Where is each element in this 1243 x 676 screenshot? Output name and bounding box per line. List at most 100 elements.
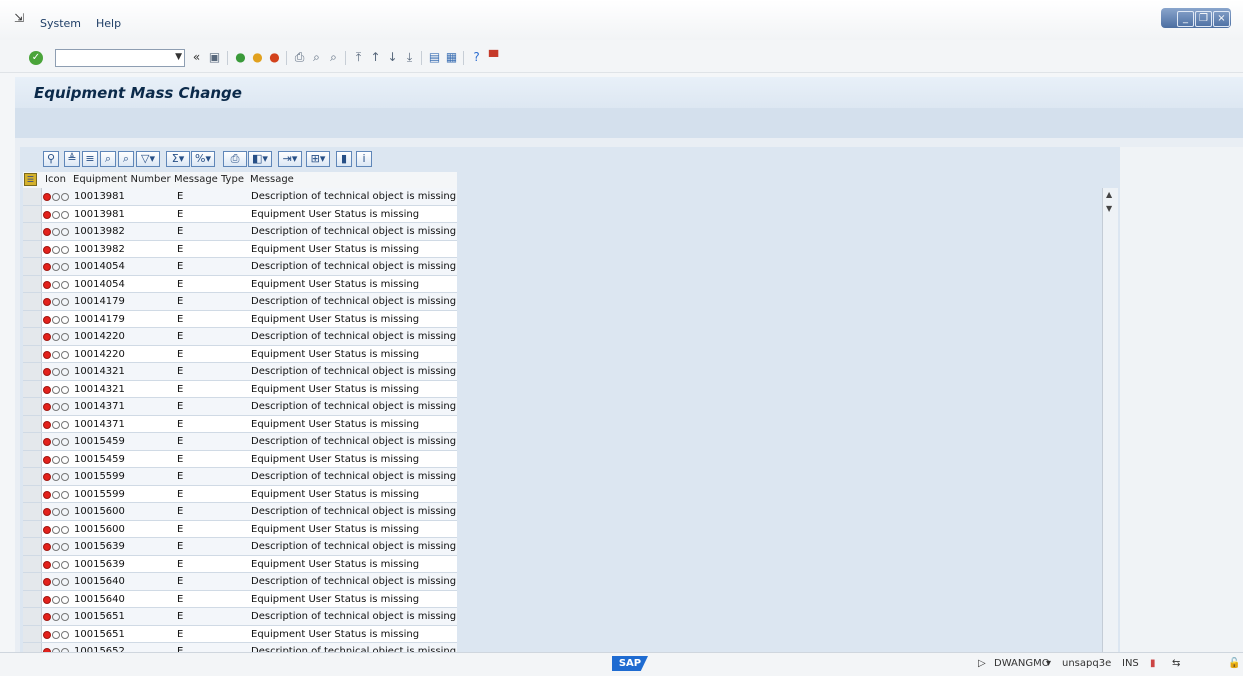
table-row[interactable]: 10015599 E Description of technical object… — [23, 468, 457, 486]
chevron-down-icon[interactable]: ▼ — [175, 52, 182, 62]
find-icon[interactable]: ⌕ — [100, 151, 116, 167]
table-row[interactable]: 10015600 E Description of technical object… — [23, 503, 457, 521]
table-row[interactable]: 10015651 E Description of technical object… — [23, 608, 457, 626]
row-selector[interactable] — [23, 433, 42, 450]
row-selector[interactable] — [23, 240, 42, 257]
table-row[interactable]: 10014371 E Equipment User Status is missin… — [23, 415, 457, 433]
column-header-equipment-number[interactable]: Equipment Number — [73, 172, 171, 188]
exit-icon[interactable]: ● — [250, 50, 265, 65]
table-row[interactable]: 10013981 E Equipment User Status is missin… — [23, 205, 457, 223]
table-row[interactable]: 10015639 E Equipment User Status is missin… — [23, 555, 457, 573]
filter-icon[interactable]: ▽▾ — [136, 151, 160, 167]
menu-help[interactable]: Help — [96, 17, 121, 30]
row-selector[interactable] — [23, 625, 42, 642]
menu-exit-icon[interactable]: ⇲ — [14, 12, 26, 24]
table-row[interactable]: 10015599 E Equipment User Status is missin… — [23, 485, 457, 503]
table-row[interactable]: 10014179 E Description of technical object… — [23, 293, 457, 311]
row-selector[interactable] — [23, 345, 42, 362]
table-row[interactable]: 10013982 E Equipment User Status is missin… — [23, 240, 457, 258]
row-selector[interactable] — [23, 538, 42, 555]
table-row[interactable]: 10014220 E Description of technical object… — [23, 328, 457, 346]
menu-system[interactable]: System — [40, 17, 81, 30]
table-row[interactable]: 10014220 E Equipment User Status is missin… — [23, 345, 457, 363]
details-icon[interactable]: ⚲ — [43, 151, 59, 167]
table-row[interactable]: 10014179 E Equipment User Status is missin… — [23, 310, 457, 328]
information-icon[interactable]: i — [356, 151, 372, 167]
layout-icon[interactable]: ⊞▾ — [306, 151, 330, 167]
table-row[interactable]: 10014054 E Equipment User Status is missin… — [23, 275, 457, 293]
row-selector[interactable] — [23, 328, 42, 345]
user-name[interactable]: DWANGMO — [994, 658, 1050, 669]
column-header-icon[interactable]: Icon — [45, 172, 66, 188]
row-selector[interactable] — [23, 573, 42, 590]
table-row[interactable]: 10015640 E Description of technical object… — [23, 573, 457, 591]
subtotal-icon[interactable]: %▾ — [191, 151, 215, 167]
chevron-down-icon[interactable]: ▾ — [1046, 658, 1051, 669]
print-icon[interactable]: ⎙ — [223, 151, 247, 167]
new-session-icon[interactable]: ▤ — [427, 50, 442, 65]
insert-mode[interactable]: INS — [1122, 658, 1139, 669]
minimize-icon[interactable]: _ — [1177, 11, 1194, 27]
close-icon[interactable]: × — [1213, 11, 1230, 27]
column-header-message[interactable]: Message — [250, 172, 294, 188]
row-selector[interactable] — [23, 415, 42, 432]
table-row[interactable]: 10014321 E Equipment User Status is missin… — [23, 380, 457, 398]
last-page-icon[interactable]: ⤓ — [402, 50, 417, 65]
row-selector[interactable] — [23, 310, 42, 327]
table-row[interactable]: 10014321 E Description of technical object… — [23, 363, 457, 381]
scroll-down-icon[interactable]: ▼ — [1106, 204, 1112, 213]
status-toggle-icon[interactable]: ▷ — [978, 658, 986, 669]
row-selector[interactable] — [23, 398, 42, 415]
table-row[interactable]: 10014054 E Description of technical object… — [23, 258, 457, 276]
row-selector[interactable] — [23, 205, 42, 222]
table-row[interactable]: 10015652 E Description of technical object… — [23, 643, 457, 652]
next-page-icon[interactable]: ↓ — [385, 50, 400, 65]
table-row[interactable]: 10014371 E Description of technical object… — [23, 398, 457, 416]
row-selector[interactable] — [23, 275, 42, 292]
cancel-icon[interactable]: ● — [267, 50, 282, 65]
scroll-up-icon[interactable]: ▲ — [1106, 190, 1112, 199]
row-selector[interactable] — [23, 520, 42, 537]
row-selector[interactable] — [23, 590, 42, 607]
row-selector[interactable] — [23, 485, 42, 502]
table-row[interactable]: 10015651 E Equipment User Status is missin… — [23, 625, 457, 643]
table-row[interactable]: 10015640 E Equipment User Status is missin… — [23, 590, 457, 608]
save-icon[interactable]: ▣ — [207, 50, 222, 65]
customize-layout-icon[interactable]: ▀ — [486, 50, 501, 65]
row-selector[interactable] — [23, 363, 42, 380]
table-row[interactable]: 10015639 E Description of technical object… — [23, 538, 457, 556]
first-page-icon[interactable]: ⤒ — [351, 50, 366, 65]
row-selector[interactable] — [23, 380, 42, 397]
restore-icon[interactable]: ❐ — [1195, 11, 1212, 27]
row-selector[interactable] — [23, 188, 42, 205]
table-row[interactable]: 10015459 E Equipment User Status is missin… — [23, 450, 457, 468]
table-row[interactable]: 10013981 E Description of technical object… — [23, 188, 457, 206]
row-selector[interactable] — [23, 608, 42, 625]
vertical-scrollbar[interactable]: ▲ ▼ — [1102, 188, 1118, 652]
back-icon[interactable]: ● — [233, 50, 248, 65]
export-icon[interactable]: ⇥▾ — [278, 151, 302, 167]
find-next-icon[interactable]: ⌕ — [326, 50, 341, 65]
collapse-icon[interactable]: « — [189, 50, 204, 65]
row-selector[interactable] — [23, 555, 42, 572]
table-row[interactable]: 10015459 E Description of technical object… — [23, 433, 457, 451]
table-row[interactable]: 10013982 E Description of technical object… — [23, 223, 457, 241]
row-selector[interactable] — [23, 643, 42, 652]
views-icon[interactable]: ◧▾ — [248, 151, 272, 167]
row-selector[interactable] — [23, 468, 42, 485]
find-icon[interactable]: ⌕ — [309, 50, 324, 65]
row-selector[interactable] — [23, 293, 42, 310]
column-header-message-type[interactable]: Message Type — [174, 172, 244, 188]
graphic-icon[interactable]: ▮ — [336, 151, 352, 167]
row-selector[interactable] — [23, 258, 42, 275]
sum-icon[interactable]: Σ▾ — [166, 151, 190, 167]
previous-page-icon[interactable]: ↑ — [368, 50, 383, 65]
sort-ascending-icon[interactable]: ≜ — [64, 151, 80, 167]
row-selector[interactable] — [23, 223, 42, 240]
row-selector[interactable] — [23, 450, 42, 467]
table-row[interactable]: 10015600 E Equipment User Status is missin… — [23, 520, 457, 538]
help-icon[interactable]: ? — [469, 50, 484, 65]
print-icon[interactable]: ⎙ — [292, 50, 307, 65]
enter-checkmark-icon[interactable]: ✓ — [29, 51, 43, 65]
shortcut-icon[interactable]: ▦ — [444, 50, 459, 65]
